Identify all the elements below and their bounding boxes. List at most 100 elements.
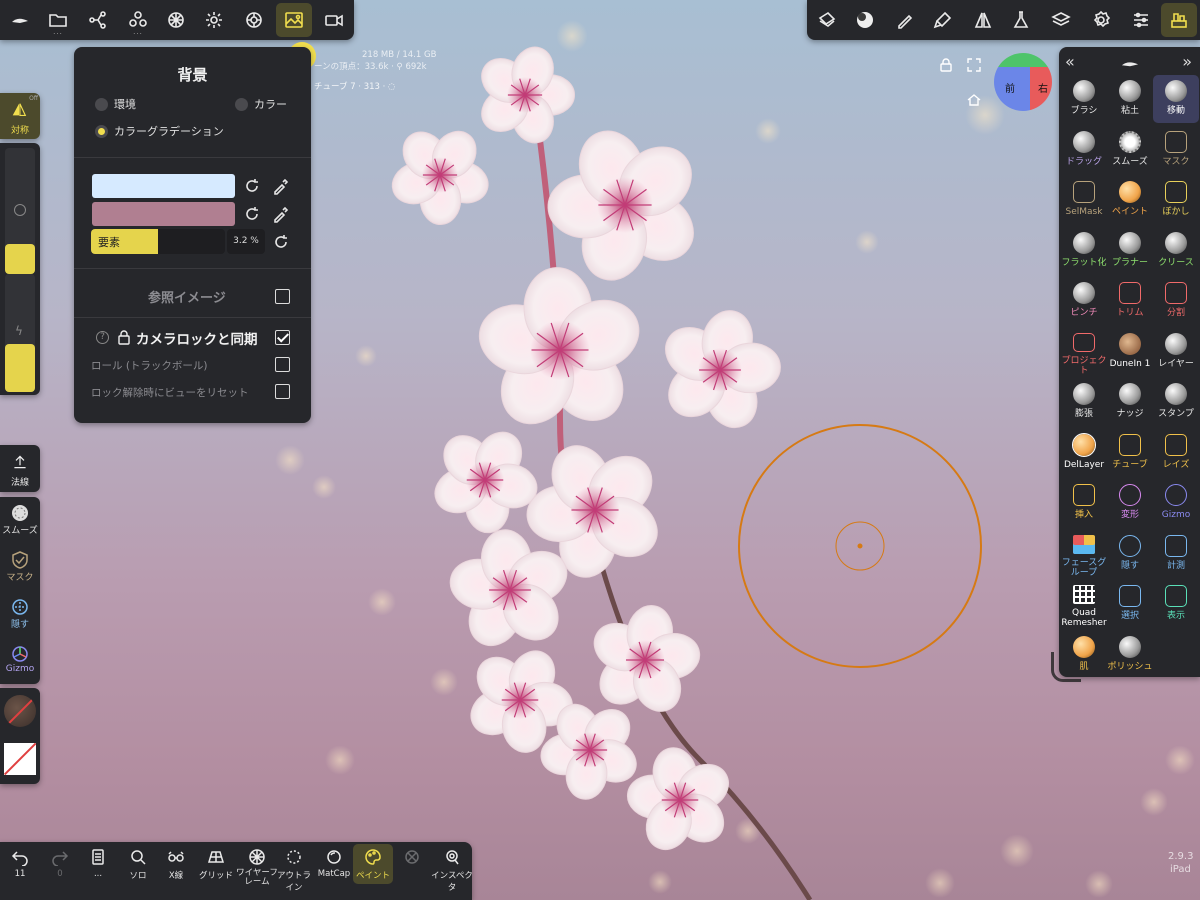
orientation-gizmo-cube[interactable]: 前 右 [994,53,1052,111]
gradient-bottom-color[interactable] [92,202,235,226]
matcap-sphere-icon[interactable] [847,3,883,37]
reset-factor-icon[interactable] [272,233,290,251]
tool-1[interactable]: ブラシ [1061,75,1107,123]
inspector-button[interactable]: インスペクタ [430,848,474,893]
primitives-icon[interactable]: ... [120,3,156,37]
gradient-top-color[interactable] [92,174,235,198]
help-icon[interactable]: ? [96,331,109,344]
mask-quick-button[interactable]: マスク [2,550,38,583]
radio-environment[interactable]: 環境 [95,96,136,112]
tool-35[interactable]: ポリッシュ [1107,631,1153,679]
topology-icon[interactable] [158,3,194,37]
tool-25[interactable]: 挿入 [1061,479,1107,527]
tool-21[interactable]: スタンプ [1153,378,1199,426]
tool-8[interactable]: ペイント [1107,176,1153,224]
radio-color[interactable]: カラー [235,96,287,112]
tool-24[interactable]: レイズ [1153,429,1199,477]
reset-view-checkbox[interactable] [275,384,290,399]
interface-icon[interactable] [1161,3,1197,37]
tool-32[interactable]: 選択 [1107,580,1153,628]
symmetry-button[interactable]: Off 対称 [0,93,40,139]
tool-14[interactable]: トリム [1107,277,1153,325]
tool-17[interactable]: DuneIn 1 [1107,328,1153,376]
tool-18[interactable]: レイヤー [1153,328,1199,376]
tool-10[interactable]: フラット化 [1061,227,1107,275]
gizmo-quick-button[interactable]: Gizmo [2,644,38,674]
tool-23[interactable]: チューブ [1107,429,1153,477]
settings-gear-icon[interactable] [1083,3,1119,37]
paint-icon[interactable] [925,3,961,37]
tool-22[interactable]: DelLayer [1061,429,1107,477]
tool-3[interactable]: 移動 [1153,75,1199,123]
normals-button[interactable]: 法線 [0,445,40,492]
fullscreen-icon[interactable] [966,57,982,73]
tool-29[interactable]: 隠す [1107,530,1153,578]
stroke-icon[interactable] [887,3,923,37]
tool-12[interactable]: クリース [1153,227,1199,275]
tool-4[interactable]: ドラッグ [1061,126,1107,174]
intensity-slider[interactable]: ϟ [5,274,35,392]
tool-15[interactable]: 分割 [1153,277,1199,325]
background-image-icon[interactable] [276,3,312,37]
collapse-left-icon[interactable]: « [1065,52,1075,71]
factor-value[interactable]: 3.2 % [227,229,265,254]
tool-16[interactable]: プロジェクト [1061,328,1107,376]
nomad-logo-icon[interactable] [2,3,38,37]
radio-color-gradient[interactable]: カラーグラデーション [95,123,224,139]
tool-2[interactable]: 粘土 [1107,75,1153,123]
sliders-icon[interactable] [1123,3,1159,37]
tool-6[interactable]: マスク [1153,126,1199,174]
wireframe-button[interactable]: ワイヤーフレーム [236,848,278,887]
postprocess-icon[interactable] [236,3,272,37]
history-button[interactable]: ... [78,848,118,879]
reset-bottom-color-icon[interactable] [243,205,261,223]
factor-slider[interactable]: 要素 [91,229,225,254]
eyedropper-top-icon[interactable] [272,177,290,195]
tool-13[interactable]: ピンチ [1061,277,1107,325]
collapse-right-icon[interactable]: » [1182,52,1192,71]
tool-11[interactable]: プラナー [1107,227,1153,275]
hide-quick-button[interactable]: 隠す [2,597,38,630]
scene-graph-icon[interactable] [80,3,116,37]
folder-icon[interactable]: ... [40,3,76,37]
brush-presets-icon[interactable] [809,3,845,37]
tool-panel-resize-handle[interactable] [1051,652,1081,682]
outline-button[interactable]: アウトライン [274,848,314,893]
primary-color-swatch[interactable] [4,695,36,727]
secondary-color-swatch[interactable] [4,743,36,775]
tool-7[interactable]: SelMask [1061,176,1107,224]
eyedropper-bottom-icon[interactable] [272,205,290,223]
tool-5[interactable]: スムーズ [1107,126,1153,174]
tool-30[interactable]: 計測 [1153,530,1199,578]
redo-button[interactable]: 0 [40,848,80,879]
camera-icon[interactable] [316,3,352,37]
grid-button[interactable]: グリッド [196,848,236,881]
home-view-icon[interactable] [966,92,982,108]
lighting-icon[interactable] [196,3,232,37]
tool-19[interactable]: 膨張 [1061,378,1107,426]
camera-lock-checkbox[interactable] [275,330,290,345]
reference-image-checkbox[interactable] [275,289,290,304]
lock-view-icon[interactable] [938,57,954,73]
tool-28[interactable]: フェースグループ [1061,530,1107,578]
xray-button[interactable]: X線 [156,848,196,881]
selected-object-label[interactable]: チューブ 7 · 313 · ◌ [314,80,395,92]
matcap-button[interactable]: MatCap [314,848,354,879]
material-flask-icon[interactable] [1003,3,1039,37]
undo-button[interactable]: 11 [0,848,40,879]
tool-26[interactable]: 変形 [1107,479,1153,527]
tool-9[interactable]: ぼかし [1153,176,1199,224]
smooth-quick-button[interactable]: スムーズ [2,503,38,536]
symmetry-icon[interactable] [965,3,1001,37]
layers-icon[interactable] [1043,3,1079,37]
tool-33[interactable]: 表示 [1153,580,1199,628]
reset-top-color-icon[interactable] [243,177,261,195]
paint-display-button[interactable]: ペイント [353,844,393,884]
roll-checkbox[interactable] [275,357,290,372]
tool-31[interactable]: Quad Remesher [1061,580,1107,628]
tool-20[interactable]: ナッジ [1107,378,1153,426]
tool-label: フラット化 [1061,257,1107,268]
tool-27[interactable]: Gizmo [1153,479,1199,527]
solo-button[interactable]: ソロ [118,848,158,881]
radius-slider[interactable] [5,148,35,274]
